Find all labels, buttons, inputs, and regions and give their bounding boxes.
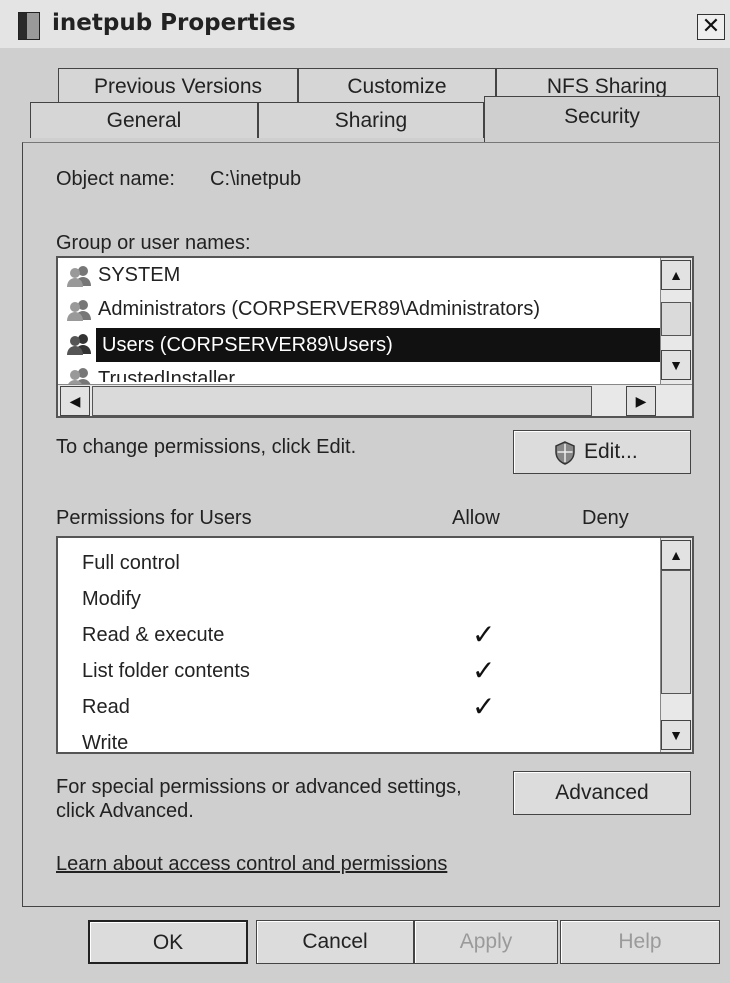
help-button[interactable]: Help — [560, 920, 720, 964]
ok-button[interactable]: OK — [88, 920, 248, 964]
object-name-value: C:\inetpub — [210, 168, 302, 190]
tab-sharing[interactable]: Sharing — [258, 102, 484, 138]
scroll-down-button[interactable]: ▼ — [661, 350, 691, 380]
group-names-label: Group or user names: — [56, 232, 251, 254]
advanced-text-line2: click Advanced. — [56, 800, 194, 822]
properties-dialog: inetpub Properties ✕ Previous Versions C… — [0, 0, 730, 983]
title-bar[interactable]: inetpub Properties ✕ — [0, 0, 730, 48]
permission-row: Full control — [82, 552, 180, 574]
scroll-thumb[interactable] — [661, 302, 691, 336]
apply-button[interactable]: Apply — [414, 920, 558, 964]
scroll-down-button[interactable]: ▼ — [661, 720, 691, 750]
tab-previous-versions[interactable]: Previous Versions — [58, 68, 298, 104]
edit-button[interactable]: Edit... — [513, 430, 691, 474]
permission-row: Read — [82, 696, 130, 718]
tab-security[interactable]: Security — [484, 96, 720, 142]
list-item[interactable]: Administrators (CORPSERVER89\Administrat… — [98, 292, 540, 326]
window-title: inetpub Properties — [52, 10, 296, 36]
user-group-icon — [67, 300, 91, 321]
learn-access-control-link[interactable]: Learn about access control and permissio… — [56, 853, 447, 876]
list-item[interactable]: TrustedInstaller — [98, 362, 235, 382]
advanced-button[interactable]: Advanced — [513, 771, 691, 815]
edit-button-label: Edit... — [584, 440, 638, 463]
object-name-label: Object name: — [56, 168, 175, 190]
permissions-header: Permissions for Users — [56, 507, 252, 529]
close-button[interactable]: ✕ — [697, 14, 725, 40]
folder-icon — [18, 12, 40, 40]
scroll-thumb[interactable] — [661, 570, 691, 694]
scroll-up-button[interactable]: ▲ — [661, 260, 691, 290]
scroll-right-button[interactable]: ▶ — [626, 386, 656, 416]
user-group-icon — [67, 266, 91, 287]
allow-check: ✓ — [472, 690, 496, 723]
scroll-left-button[interactable]: ◀ — [60, 386, 90, 416]
tab-general[interactable]: General — [30, 102, 258, 138]
permission-row: Read & execute — [82, 624, 225, 646]
allow-check: ✓ — [472, 654, 496, 687]
permissions-listbox[interactable]: Full control Modify Read & execute List … — [56, 536, 694, 754]
advanced-text-line1: For special permissions or advanced sett… — [56, 776, 462, 798]
user-group-icon — [67, 334, 91, 355]
permission-row: Modify — [82, 588, 141, 610]
permission-row: Write — [82, 732, 129, 754]
permission-row: List folder contents — [82, 660, 250, 682]
deny-column-header: Deny — [582, 507, 629, 529]
list-item[interactable]: SYSTEM — [98, 258, 180, 292]
tab-customize[interactable]: Customize — [298, 68, 496, 104]
scroll-up-button[interactable]: ▲ — [661, 540, 691, 570]
allow-check: ✓ — [472, 618, 496, 651]
horizontal-scroll-thumb[interactable] — [92, 386, 592, 416]
change-permissions-text: To change permissions, click Edit. — [56, 436, 357, 458]
list-item-selected[interactable]: Users (CORPSERVER89\Users) — [96, 328, 660, 362]
allow-column-header: Allow — [452, 507, 500, 529]
group-names-listbox[interactable]: SYSTEM Administrators (CORPSERVER89\Admi… — [56, 256, 694, 418]
cancel-button[interactable]: Cancel — [256, 920, 414, 964]
shield-icon — [555, 441, 575, 465]
